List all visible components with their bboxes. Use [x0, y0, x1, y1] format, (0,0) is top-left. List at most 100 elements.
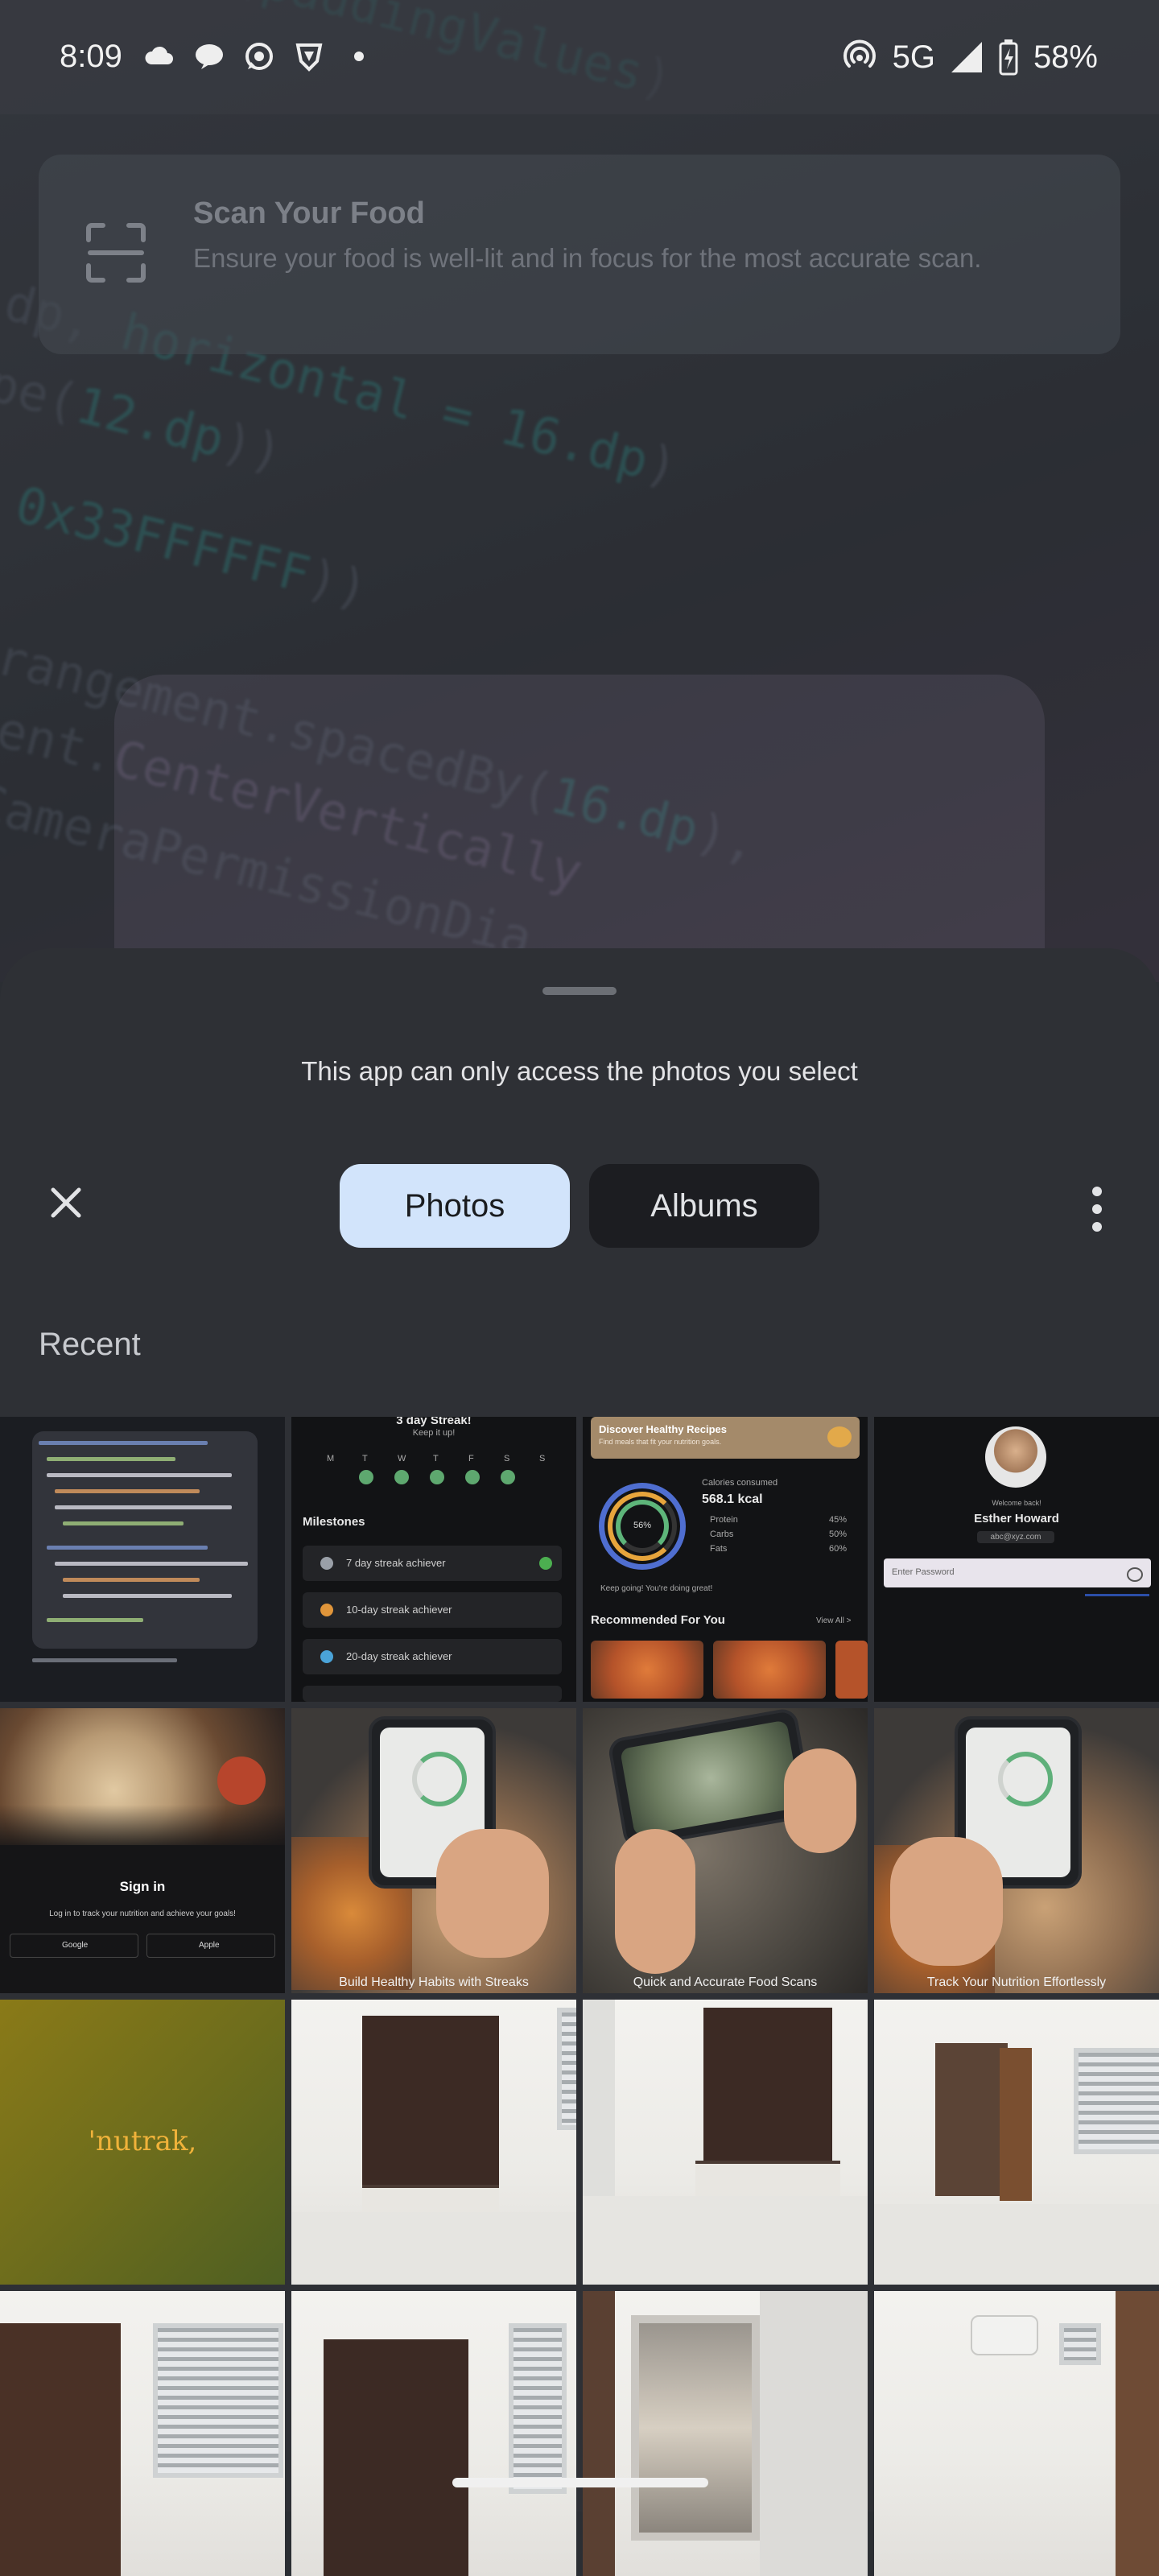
milestone-label: 10-day streak achiever — [346, 1604, 452, 1616]
macro-name: Fats — [710, 1544, 728, 1554]
macro-name: Protein — [710, 1515, 738, 1525]
code-line — [63, 1594, 232, 1598]
window — [509, 2323, 567, 2494]
photo-thumbnail-room[interactable] — [874, 2000, 1159, 2285]
vent-window — [1059, 2323, 1101, 2365]
close-icon[interactable] — [42, 1179, 90, 1227]
phone-mockup — [606, 1708, 815, 1850]
code-line — [47, 1473, 232, 1477]
day-label: T — [433, 1454, 439, 1463]
milestone-item: 10-day streak achiever — [303, 1592, 562, 1628]
day-label: S — [539, 1454, 546, 1463]
streak-flame-icon — [394, 1470, 409, 1484]
wardrobe — [0, 2323, 121, 2576]
photo-thumbnail-recipes-screen[interactable]: Discover Healthy Recipes Find meals that… — [583, 1417, 868, 1702]
user-name: Esther Howard — [974, 1512, 1059, 1525]
photo-thumbnail-onboarding-track[interactable]: Track Your Nutrition Effortlessly — [874, 1708, 1159, 1993]
macro-pct: 60% — [829, 1544, 848, 1554]
apple-label: Apple — [199, 1941, 220, 1950]
chat-bubble-icon — [193, 40, 225, 72]
photo-thumbnail-onboarding-streaks[interactable]: Build Healthy Habits with Streaks — [291, 1708, 576, 1993]
doorway — [935, 2043, 1008, 2196]
photo-thumbnail-room[interactable] — [0, 2291, 285, 2576]
code-line — [47, 1546, 208, 1550]
vpn-shield-icon — [293, 40, 325, 72]
hand — [436, 1829, 549, 1958]
camera-preview: (paddingValues) .dp, horizontal = 16.dp)… — [0, 0, 1159, 982]
drag-handle[interactable] — [542, 987, 617, 995]
google-label: Google — [62, 1941, 89, 1950]
milestone-item: 7 day streak achiever — [303, 1546, 562, 1581]
section-title-recent: Recent — [39, 1327, 141, 1362]
day-label: T — [362, 1454, 368, 1463]
progress-ring — [412, 1752, 467, 1806]
water-heater — [971, 2315, 1038, 2355]
recommended-title: Recommended For You — [591, 1613, 725, 1627]
status-time: 8:09 — [60, 39, 122, 74]
photo-thumbnail-room[interactable] — [583, 2000, 868, 2285]
photo-thumbnail-room[interactable] — [291, 2291, 576, 2576]
day-label: S — [504, 1454, 510, 1463]
tv-wall-panel — [362, 2016, 499, 2185]
photo-picker-sheet: This app can only access the photos you … — [0, 948, 1159, 2576]
photo-thumbnail-signin-screen[interactable]: Sign in Log in to track your nutrition a… — [0, 1708, 285, 1993]
macro-pct: 45% — [829, 1515, 848, 1525]
check-icon — [539, 1557, 552, 1570]
streak-flame-icon — [465, 1470, 480, 1484]
google-button: Google — [10, 1934, 138, 1958]
calories-label: Calories consumed — [702, 1478, 778, 1488]
code-line — [47, 1618, 143, 1622]
apple-button: Apple — [146, 1934, 275, 1958]
tv-wall-panel — [703, 2008, 832, 2169]
more-vert-icon[interactable] — [1085, 1185, 1109, 1233]
scan-hint-card: Scan Your Food Ensure your food is well-… — [39, 155, 1120, 354]
hand — [615, 1829, 695, 1974]
balcony-door — [631, 2315, 760, 2541]
photo-thumbnail-login-screen[interactable]: Welcome back! Esther Howard abc@xyz.com … — [874, 1417, 1159, 1702]
home-indicator[interactable] — [452, 2478, 708, 2487]
scan-title: Scan Your Food — [193, 196, 425, 230]
camera-screen — [620, 1719, 802, 1837]
photo-thumbnail-room[interactable] — [291, 2000, 576, 2285]
signin-title: Sign in — [119, 1879, 166, 1894]
photo-thumbnail-code-screenshot[interactable] — [0, 1417, 285, 1702]
badge-icon — [320, 1650, 333, 1663]
cloud-sync-icon — [143, 40, 175, 72]
notification-icons — [143, 40, 375, 72]
burger-icon — [827, 1426, 852, 1447]
recipe-image — [713, 1641, 826, 1699]
tab-albums[interactable]: Albums — [589, 1164, 819, 1248]
tv-cabinet — [695, 2161, 840, 2196]
badge-icon — [320, 1604, 333, 1616]
milestone-label: 7 day streak achiever — [346, 1557, 446, 1569]
photo-thumbnail-streak-screen[interactable]: 3 day Streak! Keep it up! M T W T F S S … — [291, 1417, 576, 1702]
tv-wall-panel — [324, 2339, 468, 2576]
day-label: W — [398, 1454, 406, 1463]
photo-thumbnail-room[interactable] — [583, 2291, 868, 2576]
scan-focus-frame — [114, 675, 1045, 982]
photo-thumbnail-onboarding-scan[interactable]: Quick and Accurate Food Scans — [583, 1708, 868, 1993]
floor — [291, 2212, 576, 2285]
scan-frame-icon — [86, 223, 146, 283]
code-editor-panel — [32, 1431, 258, 1649]
hand — [784, 1748, 856, 1853]
signal-icon — [951, 42, 982, 72]
user-email: abc@xyz.com — [977, 1531, 1054, 1543]
tab-photos[interactable]: Photos — [340, 1164, 570, 1248]
code-line — [55, 1505, 232, 1509]
onboarding-caption: Build Healthy Habits with Streaks — [339, 1975, 529, 1989]
photo-thumbnail-nutrak-logo[interactable]: 'nutrak, — [0, 2000, 285, 2285]
hotspot-icon — [843, 39, 876, 68]
code-line — [47, 1457, 175, 1461]
macro-pct: 50% — [829, 1530, 848, 1539]
streak-days-row: M T W T F S S — [303, 1449, 565, 1497]
day-label: M — [327, 1454, 335, 1463]
photo-thumbnail-room[interactable] — [874, 2291, 1159, 2576]
badge-icon — [320, 1557, 333, 1570]
onboarding-caption: Quick and Accurate Food Scans — [633, 1975, 818, 1989]
dot-icon — [343, 40, 375, 72]
hand — [890, 1837, 1003, 1966]
floor — [874, 2204, 1159, 2285]
code-line — [55, 1489, 200, 1493]
streak-flame-icon — [430, 1470, 444, 1484]
